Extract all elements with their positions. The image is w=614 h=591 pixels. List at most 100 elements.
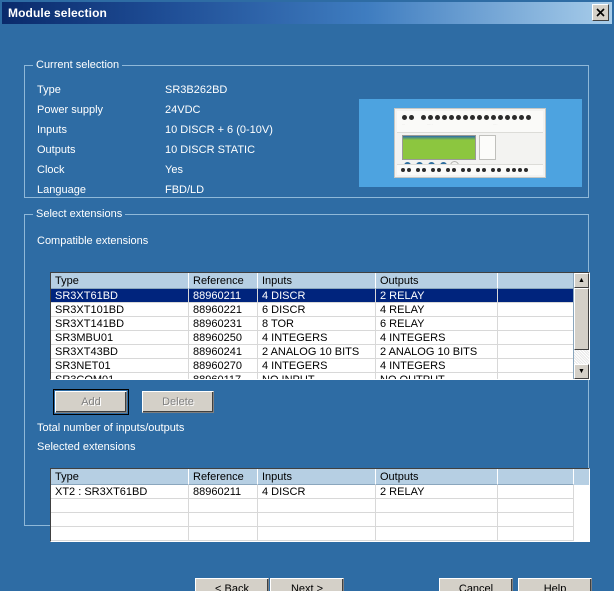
label-inputs: Inputs: [37, 124, 67, 136]
table-header-row: Type Reference Inputs Outputs: [51, 273, 589, 289]
cell-inputs: NO INPUT: [258, 373, 376, 379]
cell-outputs: 4 INTEGERS: [376, 359, 498, 373]
cell-type: [51, 513, 189, 527]
cell-extra: [498, 289, 574, 303]
title-bar[interactable]: Module selection: [2, 2, 612, 24]
value-power-supply: 24VDC: [165, 104, 201, 116]
cell-extra: [498, 359, 574, 373]
cell-reference: 88960211: [189, 485, 258, 499]
cell-outputs: [376, 499, 498, 513]
cell-outputs: 4 RELAY: [376, 303, 498, 317]
table-row[interactable]: [51, 513, 589, 527]
column-header-inputs[interactable]: Inputs: [258, 469, 376, 485]
next-button[interactable]: Next >: [270, 578, 344, 591]
device-print-mid: · · · · ·: [427, 124, 433, 126]
cell-extra: [498, 485, 574, 499]
cell-inputs: [258, 527, 376, 541]
label-clock: Clock: [37, 164, 65, 176]
selected-extensions-table[interactable]: Type Reference Inputs Outputs XT2 : SR3X…: [50, 468, 590, 542]
column-header-type[interactable]: Type: [51, 273, 189, 289]
cell-inputs: 4 INTEGERS: [258, 359, 376, 373]
cell-type: SR3MBU01: [51, 331, 189, 345]
compatible-extensions-label: Compatible extensions: [37, 235, 149, 247]
close-icon[interactable]: [592, 4, 609, 21]
cell-reference: 88960270: [189, 359, 258, 373]
vertical-scrollbar[interactable]: ▲ ▼: [573, 273, 589, 379]
value-inputs: 10 DISCR + 6 (0-10V): [165, 124, 273, 136]
plc-module-preview: · · · · · · · · · · · ·: [359, 99, 582, 187]
cell-inputs: 4 INTEGERS: [258, 331, 376, 345]
cell-outputs: [376, 513, 498, 527]
table-row[interactable]: XT2 : SR3XT61BD 88960211 4 DISCR 2 RELAY: [51, 485, 589, 499]
column-header-outputs[interactable]: Outputs: [376, 273, 498, 289]
cell-outputs: NO OUTPUT: [376, 373, 498, 379]
cell-extra: [498, 527, 574, 541]
cell-type: SR3NET01: [51, 359, 189, 373]
value-type: SR3B262BD: [165, 84, 228, 96]
scroll-down-icon[interactable]: ▼: [574, 364, 589, 379]
table-row[interactable]: SR3XT101BD 88960221 6 DISCR 4 RELAY: [51, 303, 589, 317]
cell-inputs: 4 DISCR: [258, 289, 376, 303]
cell-reference: [189, 499, 258, 513]
cell-type: XT2 : SR3XT61BD: [51, 485, 189, 499]
back-button[interactable]: < Back: [195, 578, 269, 591]
current-selection-group: Current selection Type SR3B262BD Power s…: [24, 59, 589, 198]
cell-extra: [498, 331, 574, 345]
label-type: Type: [37, 84, 61, 96]
cell-type: SR3XT101BD: [51, 303, 189, 317]
label-language: Language: [37, 184, 86, 196]
column-header-inputs[interactable]: Inputs: [258, 273, 376, 289]
table-row[interactable]: SR3XT141BD 88960231 8 TOR 6 RELAY: [51, 317, 589, 331]
cell-extra: [498, 345, 574, 359]
cell-reference: 88960211: [189, 289, 258, 303]
table-row[interactable]: [51, 499, 589, 513]
scrollbar-track[interactable]: [574, 288, 589, 364]
column-header-extra[interactable]: [498, 469, 574, 485]
table-row[interactable]: SR3XT43BD 88960241 2 ANALOG 10 BITS 2 AN…: [51, 345, 589, 359]
label-outputs: Outputs: [37, 144, 76, 156]
device-terminal-group-inputs: [421, 115, 531, 120]
cell-type: SR3XT61BD: [51, 289, 189, 303]
label-power-supply: Power supply: [37, 104, 104, 116]
cell-outputs: 2 RELAY: [376, 289, 498, 303]
device-top-terminal-strip: · · · · · · · · · · · ·: [397, 111, 543, 133]
scroll-up-icon[interactable]: ▲: [574, 273, 589, 288]
cell-inputs: [258, 513, 376, 527]
cell-outputs: 2 ANALOG 10 BITS: [376, 345, 498, 359]
module-selection-dialog: Module selection Current selection Type …: [0, 0, 614, 591]
cell-extra: [498, 303, 574, 317]
device-terminal-group-power: [402, 115, 414, 120]
cell-extra: [498, 317, 574, 331]
table-row[interactable]: SR3XT61BD 88960211 4 DISCR 2 RELAY: [51, 289, 589, 303]
cell-reference: [189, 513, 258, 527]
cell-extra: [498, 499, 574, 513]
column-header-extra[interactable]: [498, 273, 574, 289]
delete-button[interactable]: Delete: [142, 391, 214, 413]
device-side-panel: [479, 135, 496, 160]
value-outputs: 10 DISCR STATIC: [165, 144, 256, 156]
cell-type: SR3XT141BD: [51, 317, 189, 331]
cell-inputs: 6 DISCR: [258, 303, 376, 317]
scrollbar-thumb[interactable]: [574, 288, 589, 350]
cell-reference: 88960241: [189, 345, 258, 359]
table-row[interactable]: SR3MBU01 88960250 4 INTEGERS 4 INTEGERS: [51, 331, 589, 345]
column-header-reference[interactable]: Reference: [189, 273, 258, 289]
cell-reference: 88960117: [189, 373, 258, 379]
total-inputs-outputs-label: Total number of inputs/outputs: [37, 422, 185, 434]
column-header-reference[interactable]: Reference: [189, 469, 258, 485]
help-button[interactable]: Help: [518, 578, 592, 591]
compatible-extensions-table[interactable]: Type Reference Inputs Outputs SR3XT61BD …: [50, 272, 590, 380]
cell-reference: 88960231: [189, 317, 258, 331]
device-body: · · · · · · · · · · · ·: [394, 108, 546, 178]
cancel-button[interactable]: Cancel: [439, 578, 513, 591]
column-header-outputs[interactable]: Outputs: [376, 469, 498, 485]
cell-extra: [498, 373, 574, 379]
column-header-type[interactable]: Type: [51, 469, 189, 485]
add-button[interactable]: Add: [53, 389, 129, 415]
table-row[interactable]: [51, 527, 589, 541]
device-lcd-screen: [402, 135, 476, 160]
cell-type: SR3XT43BD: [51, 345, 189, 359]
table-row[interactable]: SR3NET01 88960270 4 INTEGERS 4 INTEGERS: [51, 359, 589, 373]
cell-extra: [498, 513, 574, 527]
table-row[interactable]: SR3COM01 88960117 NO INPUT NO OUTPUT: [51, 373, 589, 379]
